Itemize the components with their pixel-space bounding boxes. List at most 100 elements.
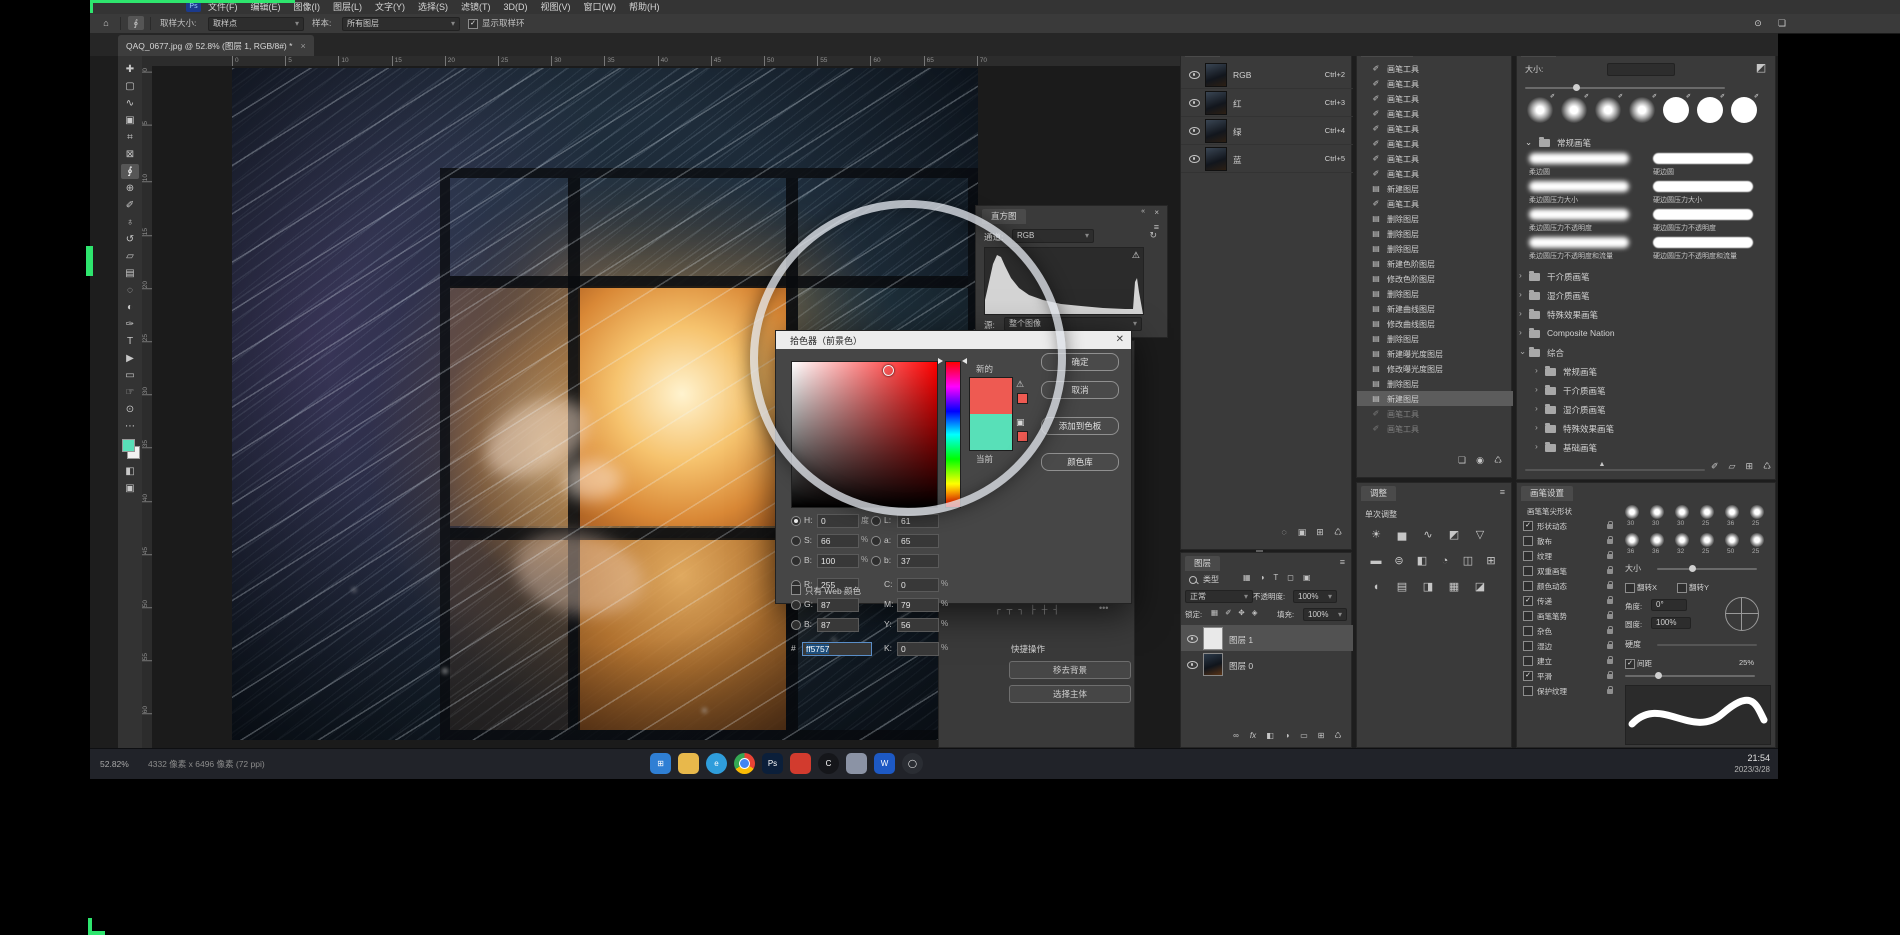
uncached-warning-icon[interactable]: ⚠ [1132,250,1140,261]
brush-option-row[interactable]: 双重画笔 [1517,563,1619,578]
field-input[interactable]: 61 [897,514,939,528]
workspace-icon[interactable]: ❏ [1774,16,1790,30]
levels-icon[interactable]: ▅ [1393,527,1411,543]
taskbar-red-app-button[interactable] [790,753,811,774]
history-step[interactable]: ✐画笔工具 [1357,76,1513,91]
history-step[interactable]: ▤删除图层 [1357,241,1513,256]
filter-icon-3[interactable]: ◻ [1287,573,1294,582]
lock-icon[interactable] [1607,659,1613,664]
eye-icon[interactable] [1189,99,1200,107]
gradient-tool[interactable]: ▤ [121,266,139,281]
new-channel-icon[interactable]: ⊞ [1313,527,1327,538]
taskbar-dark-app-button[interactable]: C [818,753,839,774]
taskbar-word-app-button[interactable]: W [874,753,895,774]
new-brush-icon[interactable]: ⊞ [1745,461,1753,472]
hue-saturation-icon[interactable]: ▬ [1367,553,1385,569]
channel-row[interactable]: 红Ctrl+3 [1181,89,1353,117]
lock-icon[interactable] [1607,599,1613,604]
brush-option-row[interactable]: 纹理 [1517,548,1619,563]
document-tab[interactable]: QAQ_0677.jpg @ 52.8% (图层 1, RGB/8#) * × [118,35,314,56]
history-step[interactable]: ▤修改曲线图层 [1357,316,1513,331]
adjustment-layer-icon[interactable]: ◑ [1280,731,1294,740]
field-radio[interactable] [871,516,881,526]
taskbar-files-app-button[interactable] [846,753,867,774]
option-checkbox[interactable]: ✓ [1523,521,1533,531]
exposure-icon[interactable]: ◩ [1445,527,1463,543]
field-input[interactable]: 100 [817,554,859,568]
history-step[interactable]: ▤删除图层 [1357,376,1513,391]
brush-option-row[interactable]: ✓传递 [1517,593,1619,608]
field-input[interactable]: 0 [897,642,939,656]
field-radio[interactable] [871,556,881,566]
crop-tool[interactable]: ⌗ [121,130,139,145]
brush-option-row[interactable]: 散布 [1517,533,1619,548]
field-input[interactable]: 87 [817,618,859,632]
brush-tip[interactable] [1675,505,1689,519]
brush-folder-row[interactable]: ›干介质画笔 [1517,381,1777,399]
hand-tool[interactable]: ☞ [121,385,139,400]
marquee-tool[interactable]: ▢ [121,79,139,94]
threshold-icon[interactable]: ◨ [1419,579,1437,595]
brush-tip[interactable] [1625,505,1639,519]
type-tool[interactable]: T [121,334,139,349]
filter-icon-2[interactable]: T [1273,573,1278,582]
option-checkbox[interactable]: ✓ [1523,596,1533,606]
brush-scrollbar[interactable] [1525,469,1705,471]
collapse-icon[interactable]: « [1141,208,1145,215]
option-checkbox[interactable] [1523,611,1533,621]
spacing-knob[interactable] [1655,672,1662,679]
field-input[interactable]: 79 [897,598,939,612]
show-ring-checkbox[interactable]: ✓ [468,19,478,29]
channels-tab[interactable]: 通道 [1185,56,1220,57]
channel-row[interactable]: 蓝Ctrl+5 [1181,145,1353,173]
pen-tool[interactable]: ✑ [121,317,139,332]
new-group-icon[interactable]: ▱ [1729,461,1736,472]
brush-folder-row[interactable]: ⌄综合 [1517,343,1777,361]
blur-tool[interactable]: ◌ [121,283,139,298]
lock-icon-1[interactable]: ✐ [1225,608,1231,617]
sample-size-dropdown[interactable]: 取样点▾ [208,17,304,31]
lock-icon[interactable] [1607,644,1613,649]
brush-folder-row[interactable]: ›干介质画笔 [1517,267,1777,285]
zoom-tool[interactable]: ⊙ [121,402,139,417]
soft-round-brush[interactable]: ✐ [1629,97,1655,123]
filter-icon-4[interactable]: ▣ [1303,573,1311,582]
lock-icon-3[interactable]: ◈ [1252,608,1258,617]
field-radio[interactable] [791,516,801,526]
brush-tip[interactable] [1750,533,1764,547]
brush-folder-row[interactable]: ›Composite Nation [1517,324,1777,342]
history-step[interactable]: ▤删除图层 [1357,211,1513,226]
channel-dropdown[interactable]: RGB▾ [1012,229,1094,243]
brush-folder-row[interactable]: ›湿介质画笔 [1517,400,1777,418]
new-brush-from-stroke-icon[interactable]: ✐ [1711,461,1719,472]
history-step[interactable]: ▤新建图层 [1357,181,1513,196]
brush-stroke-preview[interactable] [1529,153,1629,164]
curves-icon[interactable]: ∿ [1419,527,1437,543]
brush-tip[interactable] [1700,533,1714,547]
field-radio[interactable] [791,536,801,546]
history-tab[interactable]: 历史记录 [1361,56,1413,57]
history-step[interactable]: ✐画笔工具 [1357,151,1513,166]
brush-stroke-preview[interactable] [1653,181,1753,192]
align-icon-4[interactable]: ┼ [1042,605,1048,614]
angle-widget[interactable] [1725,597,1759,631]
zoom-level[interactable]: 52.82% [100,749,129,779]
tip-size-slider[interactable] [1657,568,1757,570]
lock-icon-2[interactable]: ✥ [1238,608,1244,617]
eye-icon[interactable] [1189,155,1200,163]
field-input[interactable]: 37 [897,554,939,568]
brush-option-row[interactable]: 建立 [1517,653,1619,668]
caret-right-icon[interactable]: › [1519,327,1522,337]
channel-row[interactable]: 绿Ctrl+4 [1181,117,1353,145]
frame-tool[interactable]: ⊠ [121,147,139,162]
panel-menu-icon[interactable]: ≡ [1500,487,1505,497]
taskbar-clock[interactable]: 21:54 2023/3/28 [1734,752,1770,775]
field-input[interactable]: 66 [817,534,859,548]
eye-icon[interactable] [1187,661,1198,669]
taskbar-start-button[interactable]: ⊞ [650,753,671,774]
tip-size-knob[interactable] [1689,565,1696,572]
sample-dropdown[interactable]: 所有图层▾ [342,17,460,31]
history-step[interactable]: ▤新建图层 [1357,391,1513,406]
history-step[interactable]: ▤删除图层 [1357,286,1513,301]
layer-row[interactable]: 图层 1 [1181,625,1353,651]
